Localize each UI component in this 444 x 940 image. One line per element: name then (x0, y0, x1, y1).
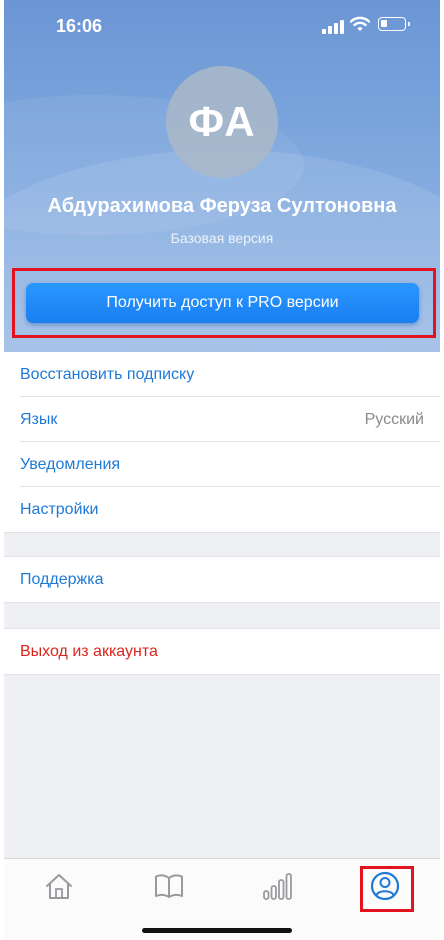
stats-icon (263, 873, 292, 900)
logout-group: Выход из аккаунта (4, 628, 440, 675)
logout-item[interactable]: Выход из аккаунта (4, 629, 440, 674)
avatar[interactable]: ФА (166, 66, 278, 178)
home-icon (46, 874, 72, 899)
support-label: Поддержка (20, 570, 104, 588)
status-time: 16:06 (56, 16, 103, 36)
logout-label: Выход из аккаунта (20, 642, 158, 660)
language-item[interactable]: Язык Русский (4, 397, 440, 442)
tab-library[interactable] (152, 869, 186, 903)
restore-subscription-item[interactable]: Восстановить подписку (4, 352, 440, 397)
language-value: Русский (364, 410, 424, 428)
support-group: Поддержка (4, 556, 440, 603)
profile-screen: 16:06 ФА Абдурахимова Феруза Султоновна … (4, 0, 440, 940)
notifications-item[interactable]: Уведомления (4, 442, 440, 487)
tab-home[interactable] (42, 869, 76, 903)
status-bar: 16:06 (4, 0, 440, 50)
support-item[interactable]: Поддержка (4, 557, 440, 602)
settings-group: Восстановить подписку Язык Русский Уведо… (4, 352, 440, 533)
settings-item[interactable]: Настройки (4, 487, 440, 532)
book-icon (155, 874, 183, 898)
settings-label: Настройки (20, 500, 99, 518)
user-name: Абдурахимова Феруза Султоновна (47, 195, 397, 217)
get-pro-button[interactable]: Получить доступ к PRO версии (26, 283, 419, 323)
tab-statistics[interactable] (260, 869, 294, 903)
language-label: Язык (20, 410, 58, 428)
home-indicator[interactable] (142, 928, 292, 933)
cellular-signal-icon (322, 20, 346, 34)
restore-subscription-label: Восстановить подписку (20, 365, 195, 383)
wifi-icon (349, 16, 371, 32)
battery-icon (378, 17, 410, 31)
highlight-box (360, 866, 414, 912)
plan-label: Базовая версия (170, 230, 274, 246)
notifications-label: Уведомления (20, 455, 121, 473)
